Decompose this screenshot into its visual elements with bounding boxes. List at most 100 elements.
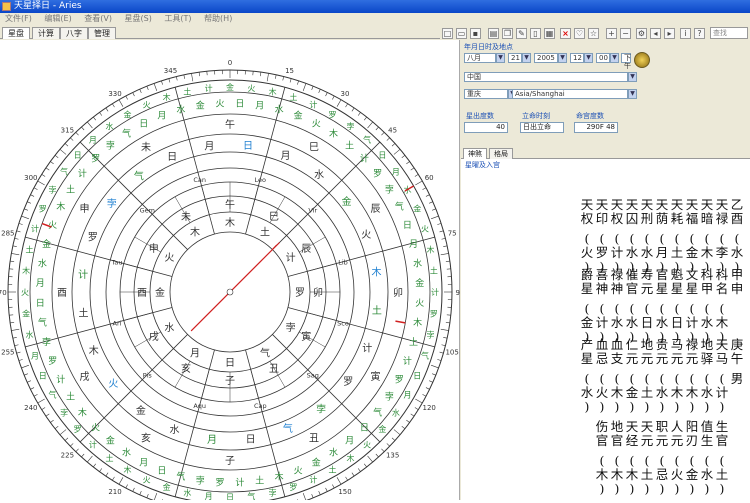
save-icon[interactable]: ▪ [470, 28, 481, 39]
degree-tick [17, 352, 21, 353]
star-glyph: 水 [392, 407, 400, 417]
menu-file[interactable]: 文件(F) [0, 13, 37, 25]
compute-button[interactable] [634, 52, 650, 68]
tab-shensha[interactable]: 神煞 [463, 148, 487, 159]
prev-icon[interactable]: ◂ [650, 28, 661, 39]
city-select[interactable]: 重庆 [464, 89, 508, 99]
zoom-out-icon[interactable]: − [620, 28, 631, 39]
degree-tick [55, 426, 58, 428]
sign-label: Vir [308, 206, 317, 214]
star-name: 魁星 [670, 268, 684, 296]
open-icon[interactable]: ▭ [456, 28, 467, 39]
star-glyph: 月 [392, 168, 400, 177]
planet-glyph: 罗 [343, 376, 353, 388]
degree-tick [42, 174, 45, 176]
next-icon[interactable]: ▸ [664, 28, 675, 39]
help-icon[interactable]: ? [694, 28, 705, 39]
chevron-down-icon[interactable]: ▼ [610, 53, 619, 63]
degree-tick [376, 454, 379, 457]
star-glyph: 月 [36, 278, 45, 289]
menu-view[interactable]: 查看(V) [79, 13, 117, 25]
menu-chart[interactable]: 星盘(S) [120, 13, 157, 25]
star-name: 爵星 [580, 268, 594, 296]
degree-tick [290, 79, 291, 83]
star-glyph: 日 [235, 98, 244, 109]
star-glyph: 罗 [395, 374, 404, 385]
print-icon[interactable]: ▤ [488, 28, 499, 39]
timezone-select[interactable]: Asia/Shanghai [512, 89, 628, 99]
degree-label: 30 [341, 90, 350, 98]
star-element: (金) [685, 454, 699, 496]
degree-tick [24, 374, 28, 375]
planet-glyph: 孛 [107, 197, 117, 210]
sub-divider [152, 349, 173, 370]
edit-icon[interactable]: ✎ [516, 28, 527, 39]
star-palace-link[interactable]: 星曜及入宫 [465, 160, 500, 170]
star-glyph: 木 [56, 201, 65, 213]
planet-glyph: 月 [280, 150, 290, 162]
calendar-select[interactable]: 八月 [464, 53, 496, 63]
chevron-down-icon[interactable]: ▼ [522, 53, 531, 63]
tab-chart[interactable]: 星盘 [2, 27, 30, 39]
doc-icon[interactable]: ▯ [530, 28, 541, 39]
new-icon[interactable]: □ [442, 28, 453, 39]
chevron-down-icon[interactable]: ▼ [628, 72, 637, 82]
sign-label: Ari [113, 319, 122, 327]
zoom-in-icon[interactable]: + [606, 28, 617, 39]
degree-label: 60 [425, 174, 434, 182]
star-element: (土) [640, 454, 654, 496]
star-name: 人元 [670, 420, 684, 448]
period-field[interactable]: 下午 [621, 53, 631, 63]
day-field[interactable]: 21 [508, 53, 522, 63]
star-element: (水) [700, 372, 714, 414]
degree-tick [10, 322, 14, 323]
degree-tick [332, 96, 334, 100]
menu-edit[interactable]: 编辑(E) [39, 13, 76, 25]
tab-bazi[interactable]: 八字 [60, 27, 88, 39]
degree-tick [27, 381, 31, 383]
chevron-down-icon[interactable]: ▼ [584, 53, 593, 63]
tab-manage[interactable]: 管理 [88, 27, 116, 39]
astro-wheel[interactable]: 0153045607590105120135150165180195210225… [0, 40, 460, 500]
degree-tick [364, 464, 366, 467]
star-icon[interactable]: ☆ [588, 28, 599, 39]
search-input[interactable]: 查找 [710, 27, 748, 39]
tab-calc[interactable]: 计算 [32, 27, 60, 39]
star-glyph: 计 [235, 477, 244, 489]
ascendant-method-select[interactable]: 日出立命 [520, 122, 564, 133]
degree-label: 150 [338, 488, 351, 496]
star-glyph: 火 [312, 119, 321, 130]
favorite-icon[interactable]: ♡ [574, 28, 585, 39]
menu-tools[interactable]: 工具(T) [159, 13, 196, 25]
calc-icon[interactable]: ▦ [544, 28, 555, 39]
star-name: 天权 [610, 198, 624, 226]
star-name: 生官 [715, 420, 729, 448]
star-name: 天马 [715, 338, 729, 366]
copy-icon[interactable]: ❐ [502, 28, 513, 39]
star-glyph: 日 [226, 493, 234, 500]
chevron-down-icon[interactable]: ▼ [496, 53, 505, 63]
chevron-down-icon[interactable]: ▼ [558, 53, 567, 63]
country-select[interactable]: 中国 [464, 72, 628, 82]
planet-glyph: 月 [204, 140, 214, 152]
star-element: (木) [685, 372, 699, 414]
degree-tick [352, 108, 354, 111]
minute-field[interactable]: 00 [596, 53, 610, 63]
chevron-down-icon[interactable]: ▼ [628, 89, 637, 99]
star-glyph: 计 [431, 287, 439, 297]
menu-help[interactable]: 帮助(H) [199, 13, 237, 25]
info-icon[interactable]: i [680, 28, 691, 39]
degree-tick [415, 174, 418, 176]
life-palace-degree-field[interactable]: 290F 48 [574, 122, 618, 133]
degree-tick [442, 238, 446, 239]
sign-label: Aqu [193, 402, 206, 410]
settings-icon[interactable]: ⚙ [636, 28, 647, 39]
tab-geju[interactable]: 格局 [489, 148, 513, 159]
rising-degree-field[interactable]: 40 [464, 122, 508, 133]
hour-field[interactable]: 12 [570, 53, 584, 63]
star-glyph: 日 [157, 465, 166, 476]
degree-tick [337, 100, 341, 107]
year-field[interactable]: 2005 [534, 53, 558, 63]
star-glyph: 罗 [39, 205, 47, 214]
delete-icon[interactable]: × [560, 28, 571, 39]
